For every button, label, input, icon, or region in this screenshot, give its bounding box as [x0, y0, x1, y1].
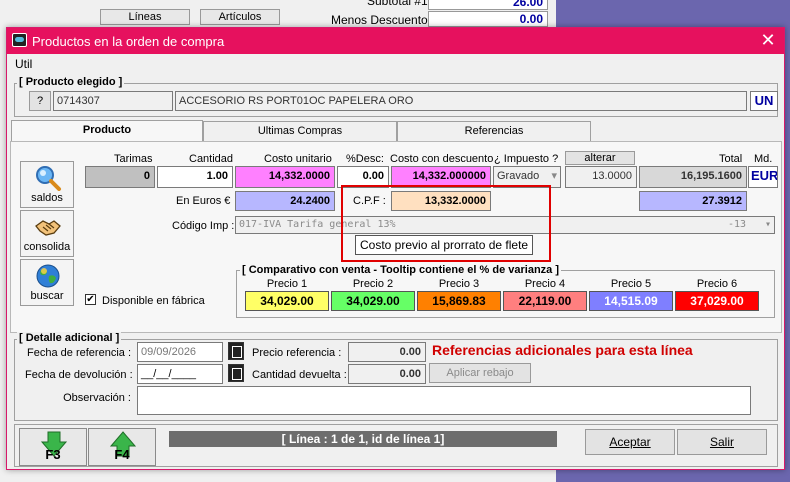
saldos-label: saldos [31, 192, 63, 204]
magnifier-icon [36, 166, 61, 191]
tab-producto[interactable]: Producto [11, 120, 203, 142]
calendar-icon[interactable] [228, 342, 244, 360]
disponible-checkbox[interactable]: ✔ [85, 294, 96, 305]
subtotal-label: Subtotal #1 : [367, 0, 435, 8]
precio-1-value: 34,029.00 [245, 291, 329, 311]
precio-4-header: Precio 4 [524, 278, 566, 290]
productos-dialog: Productos en la orden de compra ✕ Util [… [6, 27, 785, 470]
help-button[interactable]: ? [29, 91, 51, 111]
consolida-button[interactable]: consolida [20, 210, 74, 257]
impuesto-value: Gravado [497, 170, 540, 182]
chevron-down-icon: ▾ [764, 219, 771, 230]
fecha-devolucion-label: Fecha de devolución : [25, 369, 133, 381]
precio-3-value: 15,869.83 [417, 291, 501, 311]
costo-unitario-field[interactable]: 14,332.0000 [235, 166, 335, 188]
f4-label: F4 [114, 447, 130, 462]
alterar-field[interactable]: 13.0000 [565, 166, 637, 188]
precio-2-header: Precio 2 [352, 278, 394, 290]
euros-label: En Euros € [176, 195, 231, 207]
tab-referencias[interactable]: Referencias [397, 121, 591, 141]
precio-3-header: Precio 3 [438, 278, 480, 290]
menos-descuento-value: 0.00 [428, 11, 548, 27]
product-code-field[interactable]: 0714307 [53, 91, 173, 111]
precio-1-header: Precio 1 [266, 278, 308, 290]
aceptar-button[interactable]: Aceptar [585, 429, 675, 455]
header-md: Md. [754, 153, 773, 165]
fecha-devolucion-field[interactable]: __/__/____ [137, 364, 223, 384]
tab-ultimas-compras[interactable]: Ultimas Compras [203, 121, 397, 141]
subtotal-value: 26.00 [428, 0, 548, 10]
header-tarimas: Tarimas [114, 153, 153, 165]
euros-total-field: 27.3912 [639, 191, 747, 211]
precio-6-value: 37,029.00 [675, 291, 759, 311]
observacion-field[interactable] [137, 386, 751, 415]
header-total: Total [719, 153, 743, 165]
window-title: Productos en la orden de compra [32, 34, 225, 49]
cantidad-field[interactable]: 1.00 [157, 166, 233, 188]
buscar-label: buscar [30, 290, 64, 302]
cantidad-devuelta-label: Cantidad devuelta : [252, 369, 347, 381]
header-cantidad: Cantidad [189, 153, 234, 165]
codigo-imp-label: Código Imp : [172, 220, 235, 232]
handshake-icon [35, 220, 61, 236]
alterar-button[interactable]: alterar [565, 151, 635, 165]
disponible-label: Disponible en fábrica [102, 295, 205, 307]
fecha-referencia-field[interactable]: 09/09/2026 [137, 342, 223, 362]
header-desc: %Desc: [346, 153, 384, 165]
comparativo-label: [ Comparativo con venta - Tooltip contie… [240, 264, 562, 276]
detalle-adicional-label: [ Detalle adicional ] [17, 332, 122, 344]
codigo-imp-suffix: -13 [727, 219, 746, 230]
header-impuesto: ¿ Impuesto ? [494, 153, 559, 165]
product-description-field[interactable]: ACCESORIO RS PORT01OC PAPELERA ORO [175, 91, 747, 111]
euros-field: 24.2400 [235, 191, 335, 211]
tarimas-field[interactable]: 0 [85, 166, 155, 188]
header-costo-unitario: Costo unitario [264, 153, 332, 165]
saldos-button[interactable]: saldos [20, 161, 74, 208]
precio-4-value: 22,119.00 [503, 291, 587, 311]
menu-util[interactable]: Util [15, 57, 32, 71]
fecha-referencia-label: Fecha de referencia : [27, 347, 131, 359]
buscar-button[interactable]: buscar [20, 259, 74, 306]
lineas-button[interactable]: Líneas [100, 9, 190, 25]
product-unit-field: UN [750, 91, 778, 111]
total-field: 16,195.1600 [639, 166, 747, 188]
aplicar-rebajo-button[interactable]: Aplicar rebajo [429, 363, 531, 383]
precio-6-header: Precio 6 [696, 278, 738, 290]
f4-button[interactable]: F4 [88, 428, 156, 466]
globe-icon [36, 264, 60, 288]
close-icon[interactable]: ✕ [758, 30, 778, 50]
cpf-tooltip: Costo previo al prorrato de flete [355, 235, 534, 255]
precio-5-header: Precio 5 [610, 278, 652, 290]
cantidad-devuelta-field[interactable]: 0.00 [348, 364, 426, 384]
precio-referencia-label: Precio referencia : [252, 347, 342, 359]
articulos-button[interactable]: Artículos [200, 9, 280, 25]
salir-button[interactable]: Salir [677, 429, 767, 455]
observacion-label: Observación : [63, 392, 131, 404]
consolida-label: consolida [23, 241, 71, 253]
referencias-adicionales-text: Referencias adicionales para esta línea [432, 342, 693, 358]
status-bar: [ Línea : 1 de 1, id de línea 1] [169, 431, 557, 447]
chevron-down-icon: ▾ [551, 170, 557, 182]
f3-label: F3 [45, 447, 61, 462]
title-bar: Productos en la orden de compra ✕ [7, 28, 784, 54]
precio-5-value: 14,515.09 [589, 291, 673, 311]
moneda-field: EUR [748, 166, 778, 188]
calendar-icon[interactable] [228, 364, 244, 382]
precio-2-value: 34,029.00 [331, 291, 415, 311]
f3-button[interactable]: F3 [19, 428, 87, 466]
header-costo-con-descuento: Costo con descuento [390, 153, 494, 165]
producto-elegido-label: [ Producto elegido ] [17, 76, 125, 88]
app-icon [12, 33, 27, 47]
precio-referencia-field[interactable]: 0.00 [348, 342, 426, 362]
menos-descuento-label: Menos Descuento : [331, 13, 435, 27]
